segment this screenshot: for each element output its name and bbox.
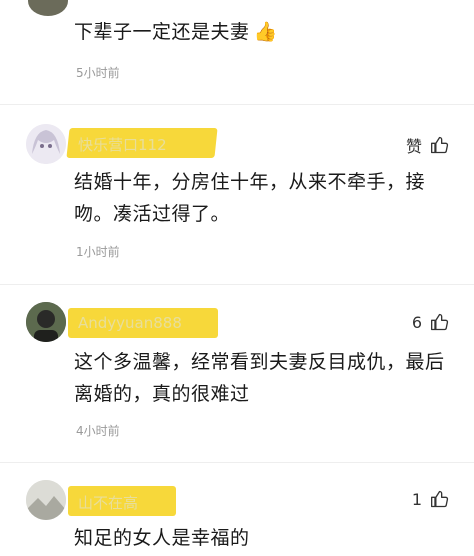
like-button[interactable]: 1 [412, 489, 450, 509]
divider [0, 104, 474, 105]
comment-text-line: 离婚的，真的很难过 [74, 383, 250, 405]
avatar[interactable] [26, 302, 66, 342]
avatar[interactable] [26, 124, 66, 164]
divider [0, 284, 474, 285]
username[interactable]: 快乐营口112 [72, 132, 177, 157]
comment-text: 知足的女人是幸福的 [74, 527, 250, 549]
divider [0, 462, 474, 463]
thumbs-up-icon [431, 490, 449, 508]
comment-text-line: 这个多温馨，经常看到夫妻反目成仇，最后 [74, 351, 445, 373]
avatar[interactable] [28, 0, 68, 16]
username[interactable]: Andyyuan888 [72, 312, 192, 334]
username[interactable]: 山不在高 [72, 490, 148, 515]
like-button[interactable]: 赞 [406, 133, 450, 157]
landscape-avatar-icon [26, 480, 66, 520]
comment-text: 结婚十年，分房住十年，从来不牵手，接 吻。凑活过得了。 [74, 166, 425, 230]
like-count: 6 [411, 312, 422, 332]
comment-text-line: 吻。凑活过得了。 [74, 203, 231, 225]
like-button[interactable]: 6 [412, 312, 450, 332]
comment-text: 这个多温馨，经常看到夫妻反目成仇，最后 离婚的，真的很难过 [74, 346, 445, 410]
thumbs-up-emoji-icon: 👍 [253, 21, 278, 43]
like-count: 1 [411, 489, 422, 509]
thumbs-up-icon [431, 136, 449, 154]
comment-text-line: 结婚十年，分房住十年，从来不牵手，接 [74, 171, 426, 193]
comment-time: 1小时前 [76, 245, 120, 259]
like-label: 赞 [405, 137, 422, 156]
comment-text: 下辈子一定还是夫妻 👍 [74, 21, 278, 43]
thumbs-up-icon [431, 313, 449, 331]
comment-time: 4小时前 [76, 424, 120, 438]
avatar[interactable] [26, 480, 66, 520]
anime-girl-avatar-icon [26, 124, 66, 164]
person-photo-avatar-icon [26, 302, 66, 342]
comment-time: 5小时前 [76, 66, 120, 80]
